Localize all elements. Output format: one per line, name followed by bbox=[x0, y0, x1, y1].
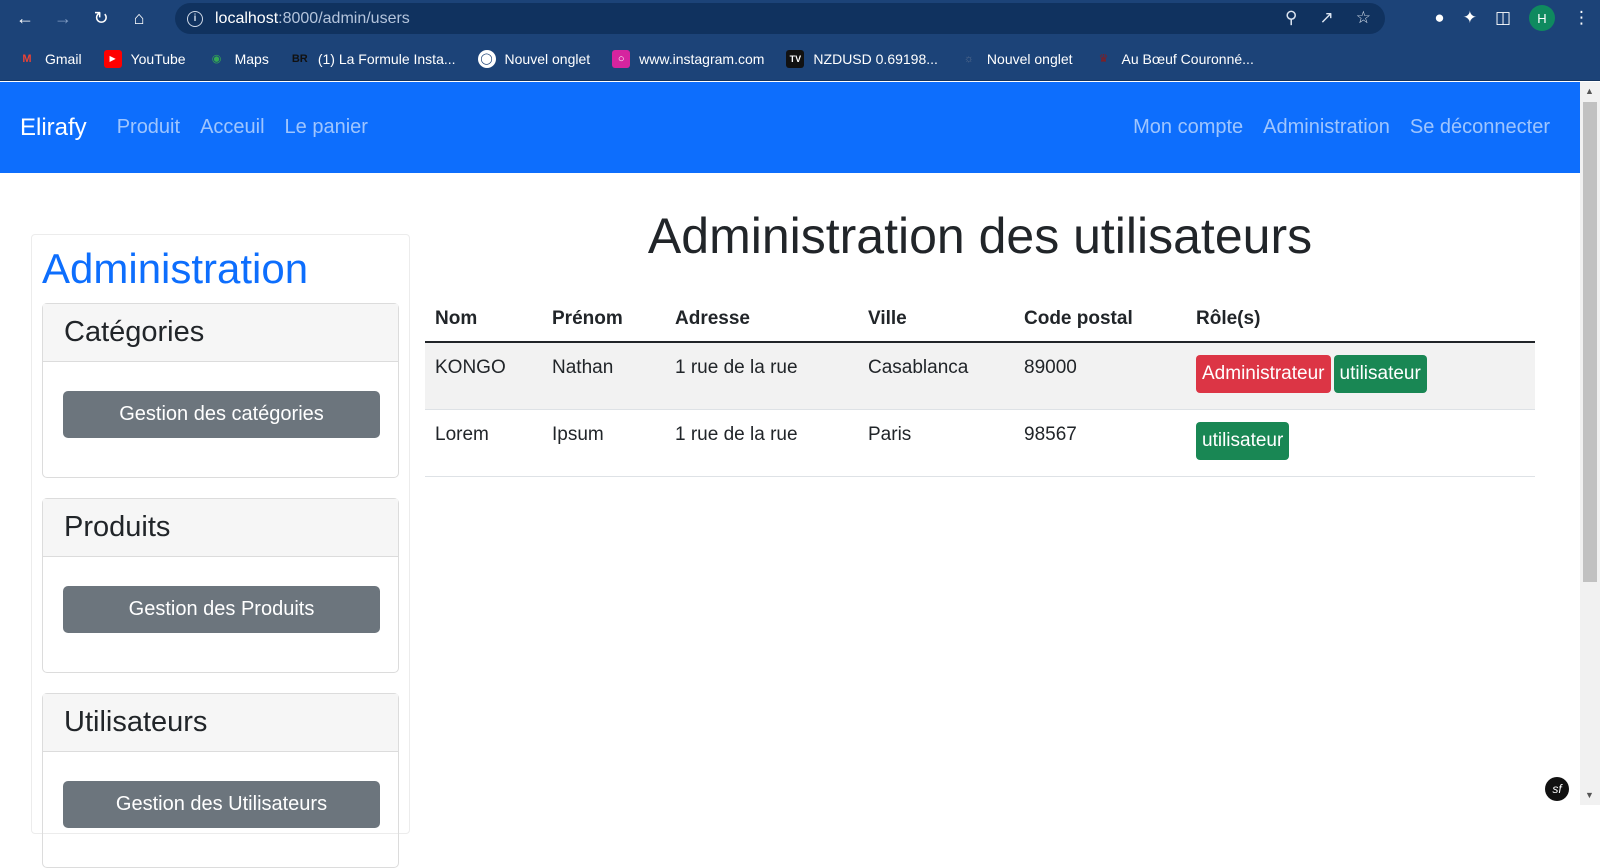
bookmark-nzdusd[interactable]: TV NZDUSD 0.69198... bbox=[786, 49, 938, 68]
tradingview-icon: TV bbox=[786, 49, 805, 68]
bookmark-nouvel-onglet[interactable]: ◯ Nouvel onglet bbox=[477, 49, 591, 68]
column-header: Ville bbox=[858, 299, 1014, 343]
table-row: Lorem Ipsum 1 rue de la rue Paris 98567 … bbox=[425, 409, 1535, 477]
site-info-icon[interactable]: i bbox=[187, 10, 203, 27]
admin-sidebar: Administration Catégories Gestion des ca… bbox=[31, 234, 410, 868]
nav-link-panier[interactable]: Le panier bbox=[285, 116, 368, 139]
main-content: Administration des utilisateurs Nom Prén… bbox=[425, 206, 1535, 477]
gmail-icon: M bbox=[22, 52, 32, 65]
share-icon[interactable]: ↗ bbox=[1320, 8, 1334, 28]
bookmark-label: Nouvel onglet bbox=[504, 50, 591, 67]
cell-code-postal: 89000 bbox=[1014, 342, 1186, 410]
bookmark-instagram[interactable]: ○ www.instagram.com bbox=[612, 49, 765, 68]
card-header: Produits bbox=[43, 499, 398, 557]
youtube-icon: ▶ bbox=[103, 49, 122, 68]
forward-arrow-icon[interactable]: → bbox=[50, 6, 76, 32]
card-header: Catégories bbox=[43, 304, 398, 362]
bookmarks-bar: M Gmail ▶ YouTube ◉ Maps BR (1) La Formule I… bbox=[0, 37, 1600, 81]
url-host: localhost bbox=[215, 9, 279, 27]
card-produits: Produits Gestion des Produits bbox=[42, 498, 399, 673]
role-admin-button[interactable]: Administrateur bbox=[1196, 355, 1331, 393]
instagram-icon: ○ bbox=[612, 49, 631, 68]
back-arrow-icon[interactable]: ← bbox=[12, 6, 38, 32]
bookmark-maps[interactable]: ◉ Maps bbox=[208, 50, 269, 68]
cell-ville: Paris bbox=[858, 409, 1014, 477]
bookmark-label: Gmail bbox=[45, 50, 82, 67]
bookmark-formule[interactable]: BR (1) La Formule Insta... bbox=[291, 50, 456, 68]
column-header: Rôle(s) bbox=[1186, 299, 1535, 343]
cell-adresse: 1 rue de la rue bbox=[665, 342, 858, 410]
bookmark-label: www.instagram.com bbox=[639, 50, 765, 67]
url-text[interactable]: localhost:8000/admin/users bbox=[215, 10, 410, 28]
bookmark-youtube[interactable]: ▶ YouTube bbox=[103, 49, 186, 68]
bookmark-gmail[interactable]: M Gmail bbox=[18, 50, 82, 68]
nav-link-produit[interactable]: Produit bbox=[117, 116, 180, 139]
reload-icon[interactable]: ↻ bbox=[88, 6, 114, 32]
bookmark-label: (1) La Formule Insta... bbox=[317, 50, 456, 67]
nav-link-acceuil[interactable]: Acceuil bbox=[200, 116, 264, 139]
url-path: :8000/admin/users bbox=[278, 9, 410, 27]
column-header: Code postal bbox=[1014, 299, 1186, 343]
navbar: Elirafy Produit Acceuil Le panier Mon co… bbox=[0, 82, 1580, 173]
card-header: Utilisateurs bbox=[43, 694, 398, 752]
nav-link-administration[interactable]: Administration bbox=[1263, 116, 1390, 139]
star-icon[interactable]: ☆ bbox=[1356, 8, 1371, 28]
bookmark-label: NZDUSD 0.69198... bbox=[813, 50, 938, 67]
maps-icon: ◉ bbox=[211, 53, 222, 65]
profile-avatar[interactable]: H bbox=[1529, 5, 1555, 31]
extension-ball-icon[interactable]: ● bbox=[1434, 8, 1444, 28]
scroll-up-arrow-icon[interactable]: ▲ bbox=[1585, 86, 1595, 96]
role-user-button[interactable]: utilisateur bbox=[1196, 421, 1290, 460]
manage-products-button[interactable]: Gestion des Produits bbox=[63, 586, 380, 633]
home-icon[interactable]: ⌂ bbox=[126, 6, 152, 32]
puzzle-icon[interactable]: ✦ bbox=[1463, 8, 1477, 28]
side-panel-icon[interactable]: ◫ bbox=[1495, 8, 1511, 28]
column-header: Nom bbox=[425, 299, 542, 343]
nav-link-deconnecter[interactable]: Se déconnecter bbox=[1410, 116, 1550, 139]
table-header-row: Nom Prénom Adresse Ville Code postal Rôl… bbox=[425, 299, 1535, 343]
br-icon: BR bbox=[291, 52, 308, 65]
cell-code-postal: 98567 bbox=[1014, 409, 1186, 477]
cell-ville: Casablanca bbox=[858, 342, 1014, 410]
browser-toolbar: ← → ↻ ⌂ i localhost:8000/admin/users ⚲ ↗… bbox=[0, 0, 1600, 37]
bookmark-boeuf[interactable]: ♛ Au Bœuf Couronné... bbox=[1095, 50, 1254, 68]
page-title: Administration des utilisateurs bbox=[647, 208, 1313, 264]
cell-prenom: Nathan bbox=[542, 342, 665, 410]
manage-categories-button[interactable]: Gestion des catégories bbox=[63, 391, 380, 438]
card-utilisateurs: Utilisateurs Gestion des Utilisateurs bbox=[42, 693, 399, 868]
cell-nom: KONGO bbox=[425, 342, 542, 410]
brand-link[interactable]: Elirafy bbox=[20, 114, 87, 142]
globe-icon: ◯ bbox=[477, 49, 496, 68]
scroll-down-arrow-icon[interactable]: ▼ bbox=[1585, 790, 1595, 800]
bookmark-label: Maps bbox=[234, 50, 269, 67]
bookmark-nouvel-onglet-2[interactable]: ☼ Nouvel onglet bbox=[960, 50, 1073, 68]
bookmark-label: Au Bœuf Couronné... bbox=[1121, 50, 1254, 67]
menu-kebab-icon[interactable]: ⋮ bbox=[1573, 8, 1590, 28]
key-icon[interactable]: ⚲ bbox=[1285, 8, 1297, 28]
table-row: KONGO Nathan 1 rue de la rue Casablanca … bbox=[425, 342, 1535, 410]
cell-roles: utilisateur bbox=[1186, 409, 1535, 477]
column-header: Adresse bbox=[665, 299, 858, 343]
bookmark-label: YouTube bbox=[130, 50, 186, 67]
scrollbar-thumb[interactable] bbox=[1583, 102, 1597, 582]
symfony-toolbar-icon[interactable]: sf bbox=[1545, 777, 1569, 801]
sidebar-title: Administration bbox=[42, 245, 309, 292]
bookmark-label: Nouvel onglet bbox=[986, 50, 1073, 67]
nav-link-mon-compte[interactable]: Mon compte bbox=[1133, 116, 1243, 139]
page-icon: ☼ bbox=[963, 52, 974, 65]
cell-adresse: 1 rue de la rue bbox=[665, 409, 858, 477]
address-bar[interactable]: i localhost:8000/admin/users ⚲ ↗ ☆ bbox=[175, 3, 1385, 34]
cell-roles: Administrateur utilisateur bbox=[1186, 342, 1535, 410]
card-categories: Catégories Gestion des catégories bbox=[42, 303, 399, 478]
role-user-button[interactable]: utilisateur bbox=[1333, 355, 1427, 393]
users-table: Nom Prénom Adresse Ville Code postal Rôl… bbox=[425, 299, 1535, 477]
cell-nom: Lorem bbox=[425, 409, 542, 477]
cell-prenom: Ipsum bbox=[542, 409, 665, 477]
restaurant-icon: ♛ bbox=[1098, 53, 1109, 65]
vertical-scrollbar[interactable]: ▲ ▼ bbox=[1580, 82, 1600, 805]
column-header: Prénom bbox=[542, 299, 665, 343]
